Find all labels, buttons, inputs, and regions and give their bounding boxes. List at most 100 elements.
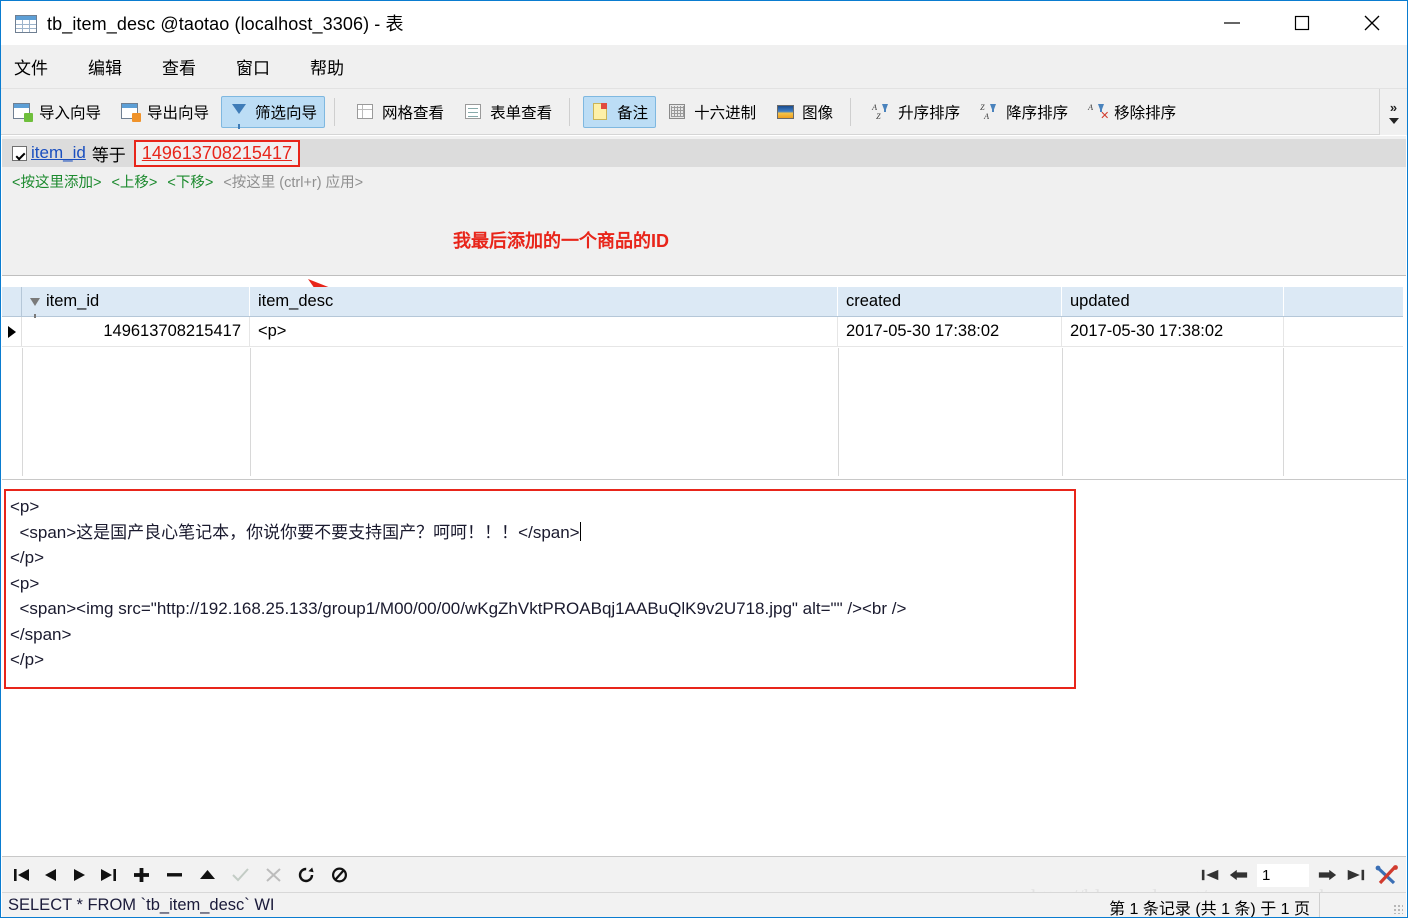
- export-wizard-button[interactable]: 导出向导: [113, 96, 217, 128]
- page-navigation: 1: [1201, 857, 1400, 893]
- memo-line-group-1: <p> <span>这是国产良心笔记本，你说你要不要支持国产？呵呵！！！</sp…: [10, 497, 580, 542]
- filter-wizard-label: 筛选向导: [255, 104, 318, 122]
- maximize-button[interactable]: [1267, 1, 1337, 45]
- image-button[interactable]: 图像: [768, 96, 841, 128]
- menu-item-help[interactable]: 帮助: [310, 50, 344, 83]
- filter-enabled-checkbox[interactable]: [12, 145, 27, 161]
- column-header-item-desc-label: item_desc: [258, 292, 334, 310]
- grid-view-label: 网格查看: [382, 104, 445, 122]
- memo-button[interactable]: 备注: [583, 95, 657, 128]
- cancel-edit-button: [264, 863, 283, 887]
- data-grid: item_id item_desc created updated 149613…: [2, 287, 1406, 477]
- form-view-icon: [464, 103, 484, 121]
- form-view-button[interactable]: 表单查看: [456, 96, 560, 128]
- menu-item-edit[interactable]: 编辑: [88, 50, 122, 83]
- hex-button[interactable]: 十六进制: [660, 96, 764, 128]
- menu-bar: 文件 编辑 查看 窗口 帮助: [1, 45, 1407, 89]
- cell-item-desc[interactable]: <p>: [250, 317, 838, 346]
- status-bar: SELECT * FROM `tb_item_desc` WI 第 1 条记录 …: [2, 892, 1406, 917]
- column-header-created[interactable]: created: [838, 287, 1062, 316]
- cell-created[interactable]: 2017-05-30 17:38:02: [838, 317, 1062, 346]
- column-header-item-id[interactable]: item_id: [22, 287, 250, 318]
- close-button[interactable]: [1337, 1, 1407, 45]
- last-record-button[interactable]: [99, 863, 118, 887]
- menu-item-window[interactable]: 窗口: [236, 50, 270, 83]
- refresh-button[interactable]: [297, 863, 316, 887]
- column-header-item-desc[interactable]: item_desc: [250, 287, 838, 316]
- apply-change-button[interactable]: [198, 863, 217, 887]
- filter-funnel-icon: [30, 297, 40, 318]
- filter-operator[interactable]: 等于: [92, 141, 126, 166]
- remove-sort-button[interactable]: A ✕ 移除排序: [1080, 96, 1184, 128]
- row-selector[interactable]: [2, 317, 22, 346]
- memo-icon: [591, 102, 611, 121]
- sort-ascending-icon: AZ: [872, 103, 892, 121]
- delete-record-button[interactable]: [165, 863, 184, 887]
- column-header-created-label: created: [846, 292, 902, 310]
- menu-item-view[interactable]: 查看: [162, 50, 196, 83]
- filter-condition-row[interactable]: item_id 等于 149613708215417: [2, 139, 1406, 167]
- form-view-label: 表单查看: [490, 104, 553, 122]
- memo-line-group-2: </p> <p> <span><img src="http://192.168.…: [10, 548, 907, 669]
- stop-button[interactable]: [330, 863, 349, 887]
- filter-move-down-link[interactable]: <下移>: [167, 171, 213, 192]
- toolbar-separator-3: [850, 97, 852, 126]
- grid-header-row: item_id item_desc created updated: [2, 287, 1406, 318]
- first-record-button[interactable]: [12, 863, 31, 887]
- filter-move-up-link[interactable]: <上移>: [111, 171, 157, 192]
- sort-ascending-label: 升序排序: [898, 104, 961, 122]
- import-wizard-button[interactable]: 导入向导: [5, 96, 109, 128]
- chevron-down-icon: [1388, 117, 1399, 124]
- confirm-edit-button: [231, 863, 250, 887]
- record-navigation-bar: 1: [2, 856, 1406, 892]
- cell-item-id[interactable]: 149613708215417: [22, 317, 250, 346]
- page-number-input[interactable]: 1: [1257, 863, 1309, 887]
- window-title: tb_item_desc @taotao (localhost_3306) - …: [47, 14, 404, 34]
- record-count-text: 第 1 条记录 (共 1 条) 于 1 页: [1109, 901, 1310, 918]
- filter-value[interactable]: 149613708215417: [142, 143, 292, 164]
- import-wizard-icon: [13, 102, 33, 122]
- resize-grip[interactable]: [1393, 904, 1403, 914]
- status-separator: [1319, 893, 1320, 917]
- memo-label: 备注: [617, 104, 649, 122]
- grid-right-edge: [1403, 287, 1407, 477]
- hex-label: 十六进制: [694, 104, 757, 122]
- filter-actions: <按这里添加> <上移> <下移> <按这里 (ctrl+r) 应用>: [12, 171, 363, 192]
- filter-field-link[interactable]: item_id: [31, 143, 86, 163]
- sql-status-text: SELECT * FROM `tb_item_desc` WI: [8, 895, 275, 914]
- toolbar-separator-2: [569, 97, 571, 126]
- export-wizard-label: 导出向导: [147, 104, 210, 122]
- sort-ascending-button[interactable]: AZ 升序排序: [864, 96, 968, 128]
- filter-apply-link[interactable]: <按这里 (ctrl+r) 应用>: [223, 171, 363, 192]
- toolbar-overflow-button[interactable]: »: [1379, 89, 1407, 135]
- tools-wrench-icon[interactable]: [1374, 864, 1400, 886]
- previous-page-button[interactable]: [1229, 863, 1248, 887]
- last-page-button[interactable]: [1346, 863, 1365, 887]
- window-controls: [1197, 1, 1407, 45]
- memo-editor-panel: <p> <span>这是国产良心笔记本，你说你要不要支持国产？呵呵！！！</sp…: [2, 479, 1406, 855]
- toolbar-separator-1: [334, 97, 336, 126]
- cell-updated[interactable]: 2017-05-30 17:38:02: [1062, 317, 1284, 346]
- main-toolbar: 导入向导 导出向导 筛选向导 网格查看 表单查看 备注 十六进制 图像 A Z …: [1, 89, 1407, 135]
- import-wizard-label: 导入向导: [39, 104, 102, 122]
- first-page-button[interactable]: [1201, 863, 1220, 887]
- filter-wizard-button[interactable]: 筛选向导: [221, 95, 326, 129]
- filter-wizard-icon: [229, 103, 249, 129]
- column-header-updated[interactable]: updated: [1062, 287, 1284, 316]
- menu-item-file[interactable]: 文件: [14, 50, 48, 83]
- next-record-button[interactable]: [70, 863, 89, 887]
- remove-sort-icon: A ✕: [1088, 102, 1110, 122]
- text-caret: [579, 521, 581, 541]
- grid-view-button[interactable]: 网格查看: [348, 96, 452, 128]
- image-icon: [776, 103, 796, 121]
- previous-record-button[interactable]: [41, 863, 60, 887]
- table-row[interactable]: 149613708215417 <p> 2017-05-30 17:38:02 …: [2, 317, 1406, 347]
- export-wizard-icon: [121, 102, 142, 122]
- sort-descending-button[interactable]: ZA 降序排序: [972, 96, 1076, 128]
- next-page-button[interactable]: [1318, 863, 1337, 887]
- minimize-button[interactable]: [1197, 1, 1267, 45]
- filter-add-link[interactable]: <按这里添加>: [12, 171, 101, 192]
- column-header-updated-label: updated: [1070, 292, 1130, 310]
- add-record-button[interactable]: [132, 863, 151, 887]
- memo-text-content[interactable]: <p> <span>这是国产良心笔记本，你说你要不要支持国产？呵呵！！！</sp…: [10, 494, 906, 673]
